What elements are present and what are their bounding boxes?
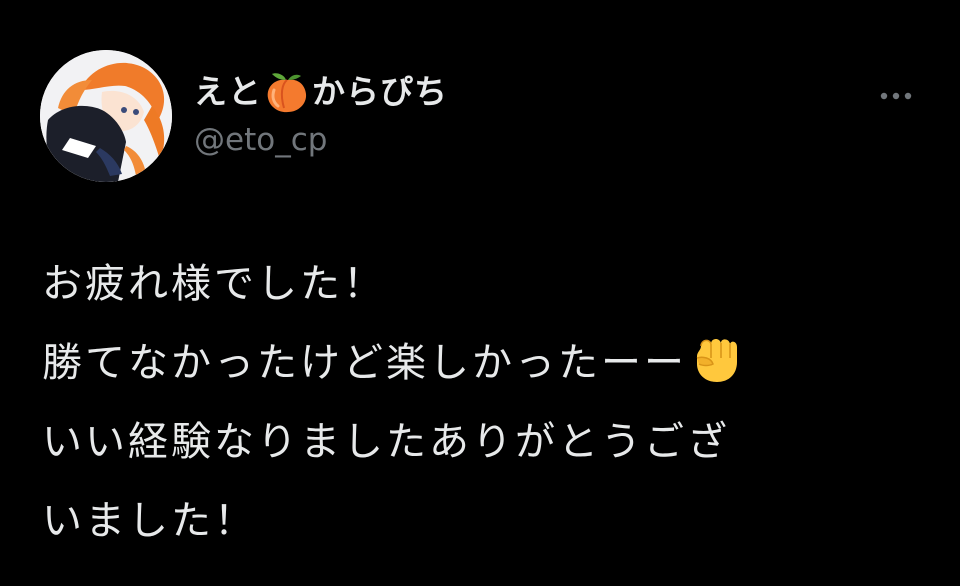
peach-icon <box>264 70 310 114</box>
user-handle[interactable]: @eto_cp <box>194 120 448 160</box>
raised-fist-icon <box>689 332 741 386</box>
tweet-card: えと からぴち @eto_cp お疲れ様でした！ 勝てなかったけど楽しかったーー… <box>0 0 960 586</box>
author-names: えと からぴち @eto_cp <box>194 70 448 160</box>
avatar-illustration <box>40 50 172 182</box>
tweet-text: お疲れ様でした！ 勝てなかったけど楽しかったーー いい経験なりましたありがとうご… <box>42 245 922 561</box>
display-name-part2: からぴち <box>312 72 448 111</box>
tweet-text-line: お疲れ様でした！ <box>42 261 386 307</box>
tweet-header: えと からぴち @eto_cp <box>40 50 920 184</box>
avatar[interactable] <box>40 50 172 182</box>
tweet-text-line: いました！ <box>42 498 257 544</box>
tweet-text-line: 勝てなかったけど楽しかったーー <box>42 324 922 403</box>
display-name-part1: えと <box>194 72 262 111</box>
display-name[interactable]: えと からぴち <box>194 70 448 114</box>
more-icon[interactable] <box>876 86 916 106</box>
tweet-text-line: いい経験なりましたありがとうござ <box>42 419 730 465</box>
tweet-text-segment: 勝てなかったけど楽しかったーー <box>42 340 687 386</box>
